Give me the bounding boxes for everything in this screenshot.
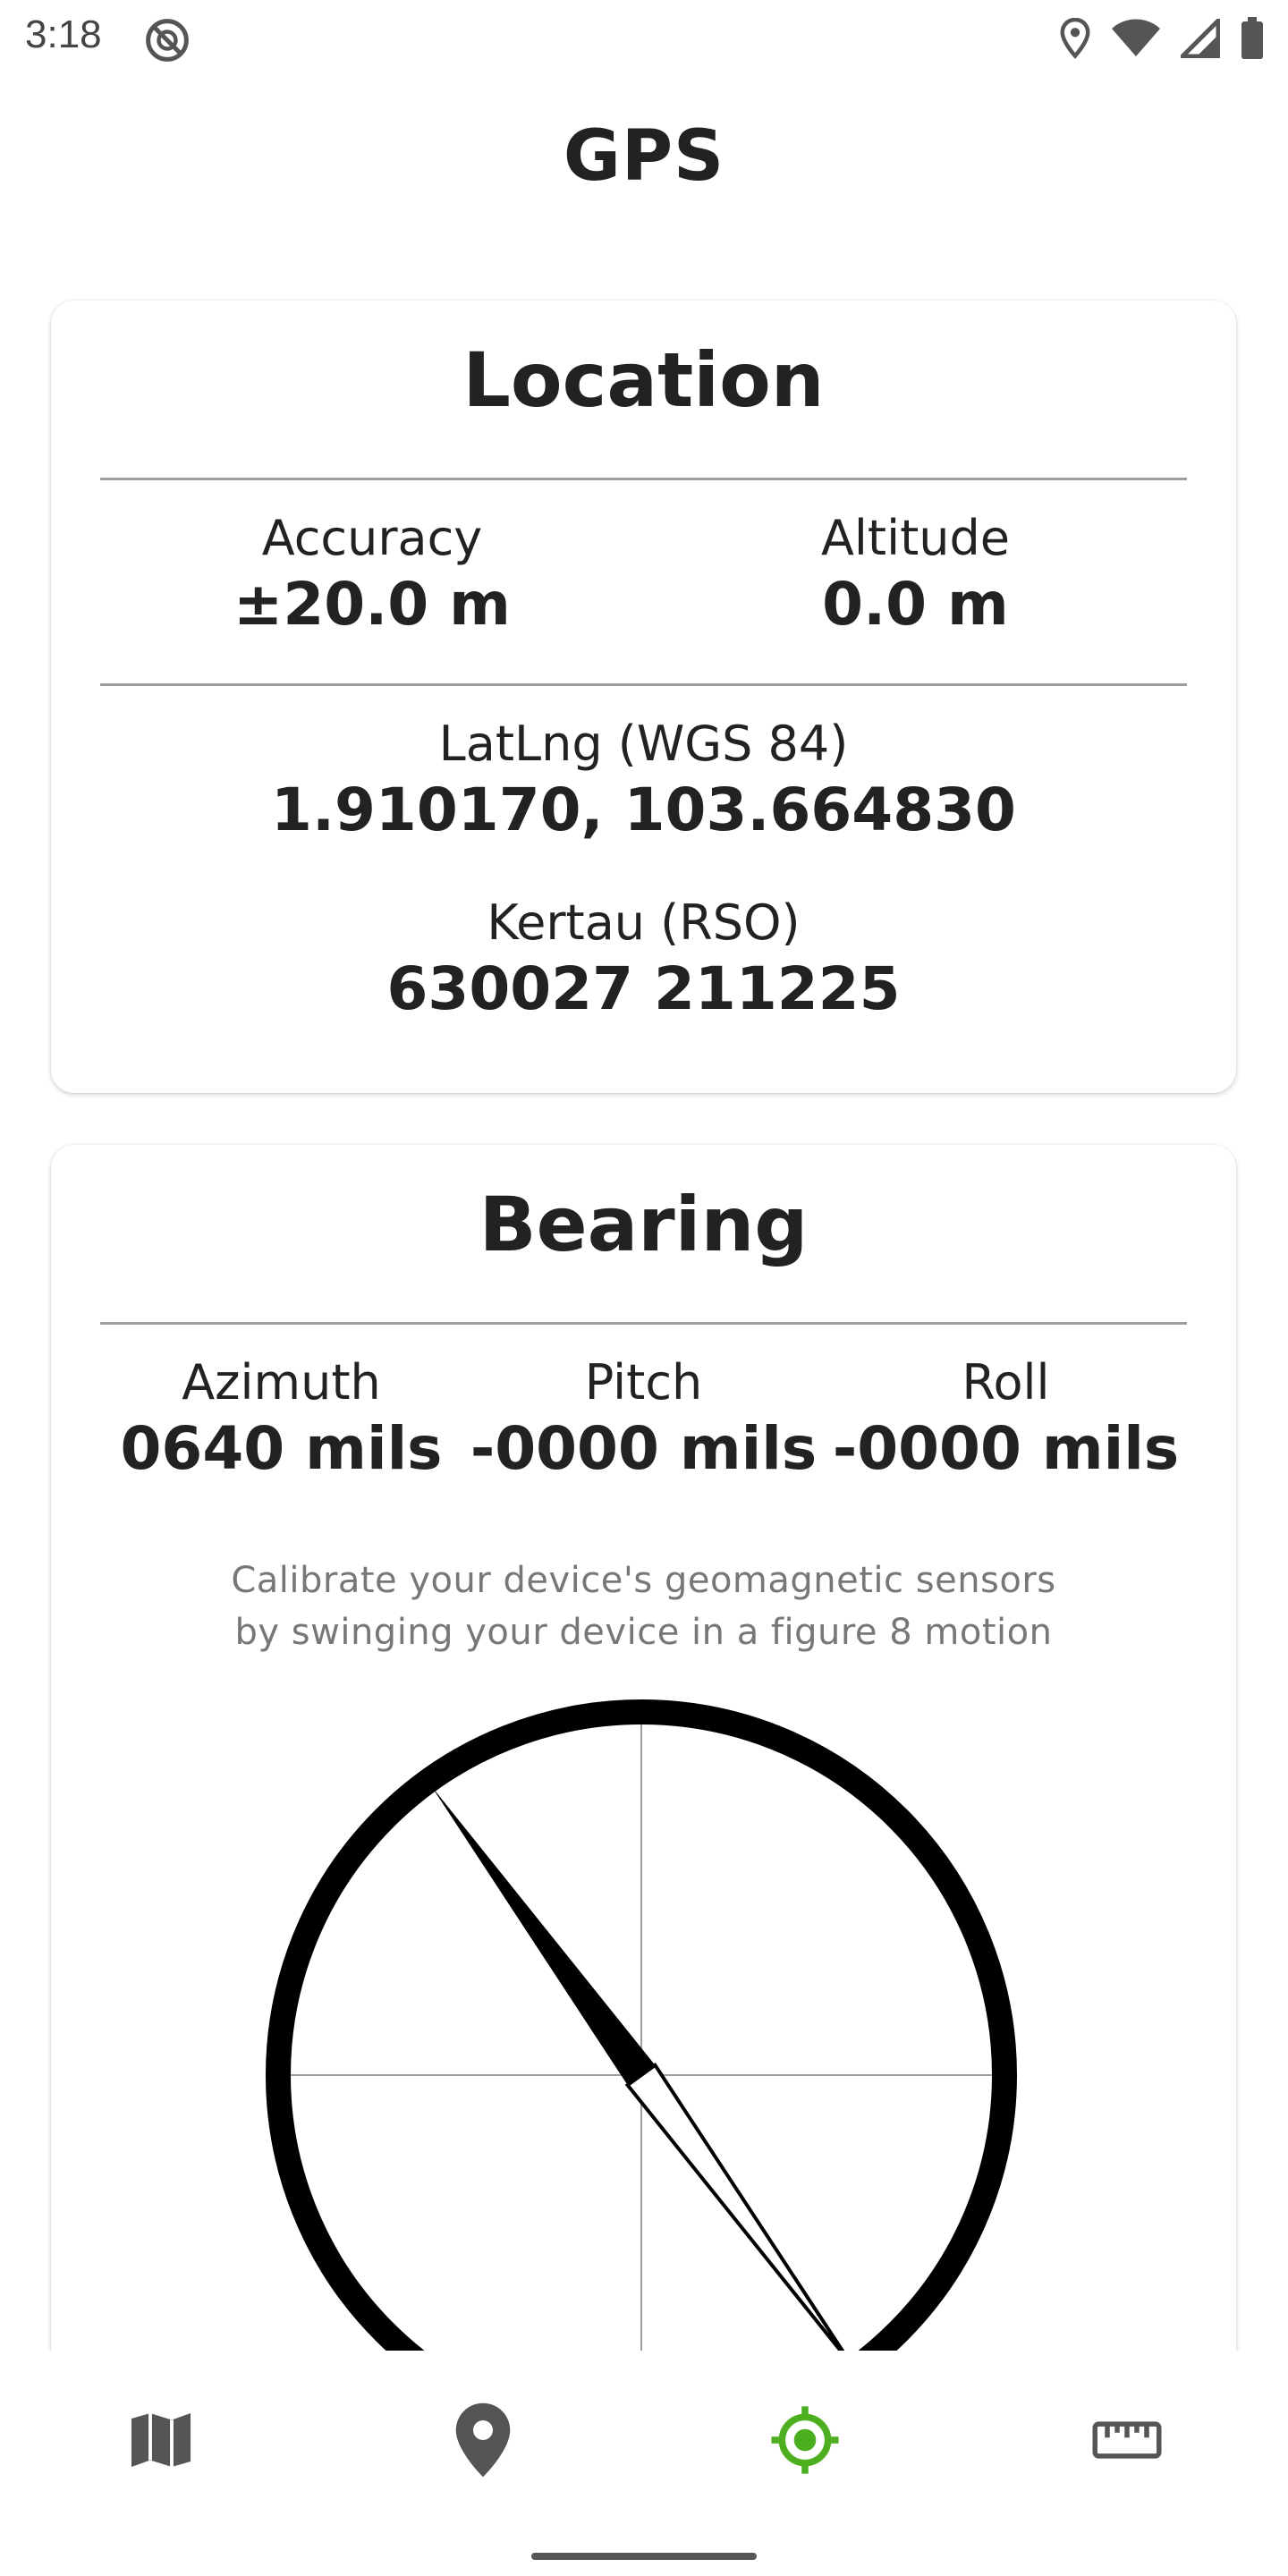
nav-map[interactable]: [0, 2351, 322, 2529]
bearing-title-divider: [100, 1322, 1187, 1325]
nav-gps[interactable]: [644, 2351, 966, 2529]
latlng-label: LatLng (WGS 84): [438, 716, 849, 772]
roll-value: -0000 mils: [832, 1414, 1180, 1483]
battery-icon: [1240, 17, 1265, 60]
calibration-hint-line1: Calibrate your device's geomagnetic sens…: [231, 1560, 1056, 1601]
pitch-label: Pitch: [584, 1354, 703, 1411]
latlng-stat: LatLng (WGS 84) 1.910170, 103.664830: [51, 716, 1236, 848]
bearing-card-title: Bearing: [479, 1181, 809, 1268]
azimuth-label: Azimuth: [182, 1354, 381, 1411]
status-bar: 3:18: [0, 0, 1288, 75]
cell-signal-icon: [1181, 19, 1220, 58]
wifi-icon: [1111, 19, 1161, 58]
altitude-stat: Altitude 0.0 m: [644, 510, 1187, 642]
calibration-hint: Calibrate your device's geomagnetic sens…: [51, 1555, 1236, 1658]
kertau-stat: Kertau (RSO) 630027 211225: [51, 894, 1236, 1027]
roll-stat: Roll -0000 mils: [825, 1354, 1187, 1487]
status-time: 3:18: [25, 13, 102, 56]
compass-needle-south: [624, 2062, 853, 2366]
kertau-label: Kertau (RSO): [487, 894, 801, 951]
azimuth-value: 0640 mils: [120, 1414, 443, 1483]
page-title: GPS: [563, 116, 725, 197]
gps-screen: 3:18 GPS Location Accuracy ±20.0 m Altit…: [0, 0, 1288, 2576]
pitch-value: -0000 mils: [470, 1414, 818, 1483]
location-stats-divider: [100, 683, 1187, 686]
map-icon: [131, 2413, 191, 2467]
pitch-stat: Pitch -0000 mils: [462, 1354, 825, 1487]
compass-needle-north: [430, 1785, 656, 2086]
altitude-value: 0.0 m: [822, 570, 1009, 639]
accuracy-value: ±20.0 m: [233, 570, 511, 639]
accuracy-label: Accuracy: [261, 510, 483, 566]
status-icons: [1059, 16, 1265, 61]
nav-measure[interactable]: [966, 2351, 1288, 2529]
accuracy-stat: Accuracy ±20.0 m: [100, 510, 644, 642]
latlng-value: 1.910170, 103.664830: [271, 775, 1016, 844]
kertau-value: 630027 211225: [386, 954, 901, 1023]
location-pin-icon: [455, 2402, 511, 2478]
nav-location[interactable]: [322, 2351, 644, 2529]
gesture-bar[interactable]: [531, 2553, 757, 2560]
do-not-disturb-icon: [143, 16, 191, 64]
location-title-divider: [100, 478, 1187, 480]
roll-label: Roll: [962, 1354, 1050, 1411]
location-card-title: Location: [462, 336, 825, 424]
location-card: Location Accuracy ±20.0 m Altitude 0.0 m…: [51, 301, 1236, 1093]
location-icon: [1059, 18, 1091, 59]
calibration-hint-line2: by swinging your device in a figure 8 mo…: [234, 1612, 1053, 1653]
ruler-icon: [1092, 2421, 1162, 2459]
bottom-navigation: [0, 2351, 1288, 2576]
altitude-label: Altitude: [820, 510, 1011, 566]
azimuth-stat: Azimuth 0640 mils: [100, 1354, 462, 1487]
gps-target-icon: [771, 2406, 839, 2474]
